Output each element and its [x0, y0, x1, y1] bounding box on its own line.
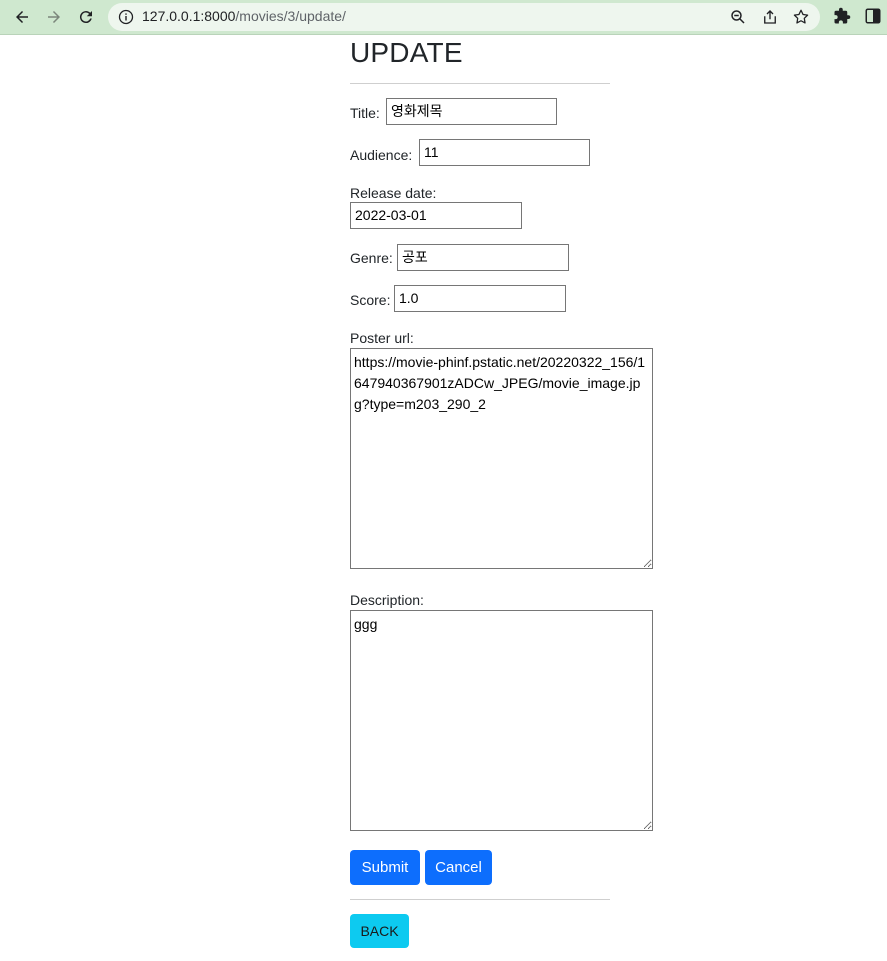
release-date-label: Release date:	[350, 185, 437, 201]
cancel-button[interactable]: Cancel	[425, 850, 492, 885]
description-label: Description:	[350, 592, 424, 608]
side-panel-icon[interactable]	[864, 7, 882, 25]
poster-url-label: Poster url:	[350, 330, 414, 346]
poster-url-textarea[interactable]: https://movie-phinf.pstatic.net/20220322…	[350, 348, 653, 569]
bottom-divider	[350, 899, 610, 900]
release-date-input[interactable]: 2022-03-01	[350, 202, 522, 229]
back-arrow-icon[interactable]	[9, 5, 35, 29]
back-button[interactable]: BACK	[350, 914, 409, 948]
description-textarea[interactable]: ggg	[350, 610, 653, 831]
audience-label: Audience:	[350, 147, 413, 163]
title-label: Title:	[350, 105, 380, 121]
url-text: 127.0.0.1:8000/movies/3/update/	[142, 8, 346, 24]
score-label: Score:	[350, 292, 391, 308]
genre-label: Genre:	[350, 250, 393, 266]
url-path: /movies/3/update/	[235, 8, 346, 24]
bookmark-star-icon[interactable]	[792, 8, 810, 26]
url-host: 127.0.0.1:8000	[142, 8, 236, 24]
share-icon[interactable]	[761, 8, 779, 26]
site-info-icon[interactable]	[118, 9, 134, 25]
title-input[interactable]: 영화제목	[386, 98, 557, 125]
audience-input[interactable]: 11	[419, 139, 590, 166]
browser-toolbar: 127.0.0.1:8000/movies/3/update/	[0, 0, 887, 35]
score-input[interactable]: 1.0	[394, 285, 566, 312]
forward-arrow-icon[interactable]	[41, 5, 67, 29]
top-divider	[350, 83, 610, 84]
reload-icon[interactable]	[73, 5, 99, 29]
genre-input[interactable]: 공포	[397, 244, 569, 271]
address-bar[interactable]: 127.0.0.1:8000/movies/3/update/	[108, 3, 820, 31]
page-title: UPDATE	[350, 37, 463, 68]
extensions-puzzle-icon[interactable]	[833, 7, 851, 25]
zoom-icon[interactable]	[729, 8, 747, 26]
submit-button[interactable]: Submit	[350, 850, 420, 885]
